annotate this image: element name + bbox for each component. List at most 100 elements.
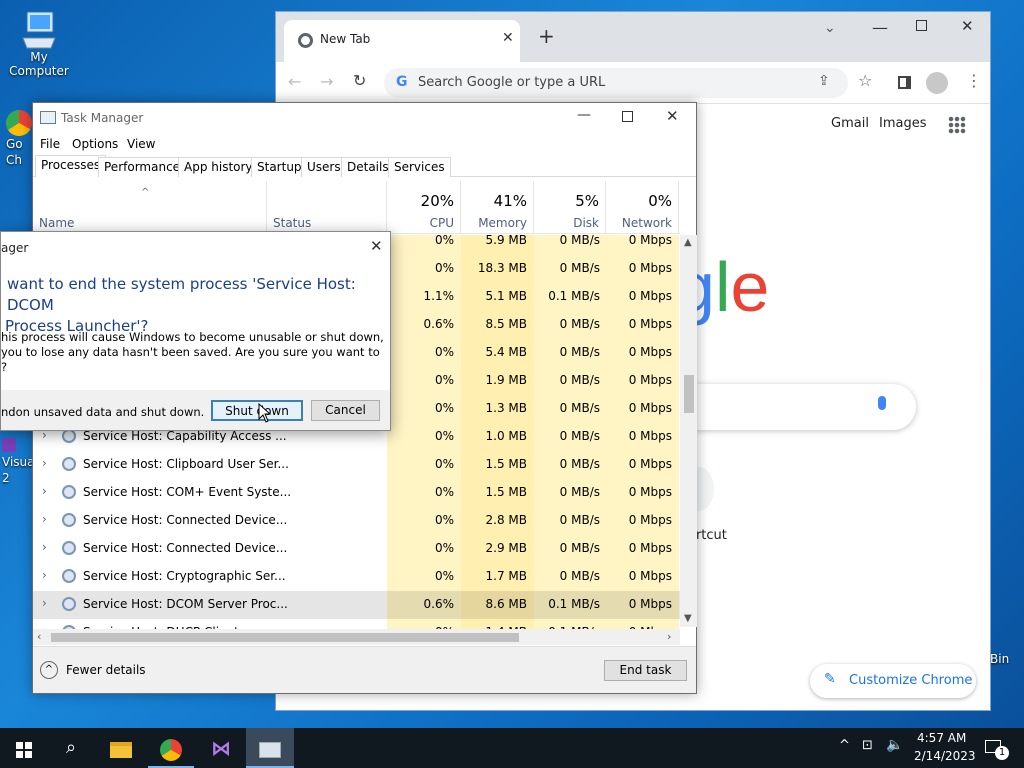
customize-chrome-button[interactable]: ✎ Customize Chrome bbox=[810, 664, 976, 698]
omnibox[interactable]: G Search Google or type a URL ⇪ bbox=[384, 68, 848, 98]
maximize-icon[interactable] bbox=[916, 20, 927, 31]
desktop-icon-visual-studio[interactable]: Visua 2 bbox=[2, 438, 35, 486]
network-value: 0 Mbps bbox=[628, 345, 672, 359]
taskbar: ⌕ ⋈ ^ ⊡ 🔈 4:57 AM 2/14/2023 1 bbox=[0, 728, 1024, 768]
network-icon[interactable]: ⊡ bbox=[862, 738, 873, 753]
show-hidden-icons-icon[interactable]: ^ bbox=[839, 738, 850, 753]
reload-icon[interactable]: ↻ bbox=[353, 71, 366, 90]
gmail-link[interactable]: Gmail bbox=[831, 116, 869, 131]
memory-value: 1.0 MB bbox=[485, 429, 527, 443]
table-row[interactable]: › Service Host: COM+ Event Syste... 0% 1.5 … bbox=[33, 479, 680, 507]
network-value: 0 Mbps bbox=[628, 235, 672, 247]
clock-time[interactable]: 4:57 AM bbox=[917, 731, 966, 745]
minimize-icon[interactable]: — bbox=[872, 18, 888, 37]
network-label: Network bbox=[621, 216, 672, 230]
tab-search-icon[interactable]: ⌄ bbox=[824, 20, 836, 36]
column-cpu[interactable]: 20% CPU bbox=[387, 181, 461, 234]
column-network[interactable]: 0% Network bbox=[606, 181, 679, 234]
dialog-body-line2: you to lose any data hasn't been saved. … bbox=[1, 345, 380, 359]
task-manager-taskbar-icon[interactable] bbox=[246, 728, 294, 768]
expand-chevron-icon[interactable]: › bbox=[42, 512, 47, 526]
close-icon[interactable]: ✕ bbox=[666, 107, 679, 125]
task-manager-icon bbox=[40, 111, 56, 124]
scroll-left-icon[interactable]: ‹ bbox=[37, 630, 41, 643]
tab-close-icon[interactable]: ✕ bbox=[502, 30, 514, 46]
start-windows-icon[interactable] bbox=[0, 728, 48, 768]
expand-chevron-icon[interactable]: › bbox=[42, 568, 47, 582]
mic-icon[interactable] bbox=[878, 396, 886, 410]
table-row[interactable]: › Service Host: Clipboard User Ser... 0% 1.… bbox=[33, 451, 680, 479]
share-icon[interactable]: ⇪ bbox=[818, 73, 830, 89]
scroll-down-icon[interactable]: ▼ bbox=[684, 613, 692, 624]
expand-chevron-icon[interactable]: › bbox=[42, 596, 47, 610]
dialog-close-icon[interactable]: ✕ bbox=[370, 237, 383, 255]
file-explorer-icon[interactable] bbox=[98, 728, 144, 768]
service-gear-icon bbox=[62, 513, 76, 527]
google-apps-icon[interactable] bbox=[948, 116, 966, 134]
customize-chrome-label: Customize Chrome bbox=[849, 673, 973, 688]
disk-label: Disk bbox=[573, 216, 599, 230]
chrome-menu-icon[interactable]: ⋮ bbox=[966, 71, 982, 90]
column-disk[interactable]: 5% Disk bbox=[534, 181, 606, 234]
column-memory[interactable]: 41% Memory bbox=[461, 181, 534, 234]
chrome-taskbar-icon[interactable] bbox=[148, 728, 194, 768]
horizontal-scrollbar[interactable]: ‹ › bbox=[33, 629, 680, 645]
images-link[interactable]: Images bbox=[879, 116, 927, 131]
desktop-icon-label: Visua 2 bbox=[2, 455, 35, 485]
tab-details[interactable]: Details bbox=[341, 157, 395, 177]
table-row[interactable]: › Service Host: Cryptographic Ser... 0% 1.7… bbox=[33, 563, 680, 591]
network-total: 0% bbox=[648, 192, 672, 210]
menu-options[interactable]: Options bbox=[72, 137, 118, 151]
expand-chevron-icon[interactable]: › bbox=[42, 456, 47, 470]
h-scroll-thumb[interactable] bbox=[51, 633, 519, 642]
close-icon[interactable]: ✕ bbox=[961, 17, 974, 35]
desktop-icon-recycle-bin[interactable]: Bin bbox=[990, 652, 1024, 666]
disk-value: 0 MB/s bbox=[559, 429, 600, 443]
notification-count: 1 bbox=[995, 746, 1009, 760]
scroll-right-icon[interactable]: › bbox=[667, 630, 671, 643]
column-name[interactable]: ^ Name bbox=[33, 181, 267, 234]
chrome-tab-new-tab[interactable]: New Tab ✕ bbox=[284, 20, 520, 62]
side-panel-icon[interactable] bbox=[898, 76, 911, 89]
search-icon[interactable]: ⌕ bbox=[48, 728, 94, 768]
fewer-details-link[interactable]: Fewer details bbox=[66, 663, 146, 677]
table-row[interactable]: › Service Host: Connected Device... 0% 2.9 … bbox=[33, 535, 680, 563]
tab-startup[interactable]: Startup bbox=[251, 157, 308, 177]
desktop-icon-label: Bin bbox=[990, 652, 1010, 666]
visual-studio-taskbar-icon[interactable]: ⋈ bbox=[198, 728, 244, 768]
tab-users[interactable]: Users bbox=[301, 157, 347, 177]
volume-icon[interactable]: 🔈 bbox=[886, 737, 903, 753]
scroll-thumb[interactable] bbox=[684, 375, 694, 413]
minimize-icon[interactable]: — bbox=[577, 107, 591, 123]
tab-performance[interactable]: Performance bbox=[98, 157, 187, 177]
scroll-up-icon[interactable]: ▲ bbox=[684, 237, 692, 248]
forward-icon[interactable]: → bbox=[320, 72, 333, 91]
fewer-details-icon[interactable]: ^ bbox=[40, 661, 58, 679]
maximize-icon[interactable] bbox=[622, 111, 633, 122]
new-tab-icon[interactable]: + bbox=[538, 24, 555, 48]
tab-processes[interactable]: Processes bbox=[35, 155, 107, 178]
table-row[interactable]: › Service Host: Connected Device... 0% 2.8 … bbox=[33, 507, 680, 535]
desktop-icon-my-computer[interactable]: My Computer bbox=[0, 10, 78, 78]
tab-app-history[interactable]: App history bbox=[178, 157, 259, 177]
cancel-button[interactable]: Cancel bbox=[311, 400, 380, 421]
end-task-button[interactable]: End task bbox=[604, 660, 687, 681]
expand-chevron-icon[interactable]: › bbox=[42, 484, 47, 498]
back-icon[interactable]: ← bbox=[288, 72, 301, 91]
pencil-icon: ✎ bbox=[824, 671, 836, 687]
profile-avatar-icon[interactable] bbox=[926, 72, 948, 94]
end-process-dialog[interactable]: ager ✕ want to end the system process 'S… bbox=[0, 231, 391, 431]
shut-down-button[interactable]: Shut down bbox=[211, 400, 303, 421]
table-row[interactable]: ›Service Host: DHCP Client0%1.4 MB0.1 MB… bbox=[33, 619, 680, 629]
tab-services[interactable]: Services bbox=[388, 157, 451, 177]
table-row[interactable]: › Service Host: DCOM Server Proc... 0.6% 8.… bbox=[33, 591, 680, 619]
clock-date[interactable]: 2/14/2023 bbox=[914, 749, 976, 763]
vertical-scrollbar[interactable]: ▲ ▼ bbox=[680, 235, 697, 627]
bookmark-star-icon[interactable]: ☆ bbox=[858, 71, 872, 90]
column-status[interactable]: Status bbox=[267, 181, 387, 234]
process-name: Service Host: Clipboard User Ser... bbox=[83, 457, 289, 471]
abandon-checkbox-label[interactable]: ndon unsaved data and shut down. bbox=[1, 405, 204, 419]
menu-view[interactable]: View bbox=[127, 137, 155, 151]
expand-chevron-icon[interactable]: › bbox=[42, 540, 47, 554]
menu-file[interactable]: File bbox=[40, 137, 60, 151]
